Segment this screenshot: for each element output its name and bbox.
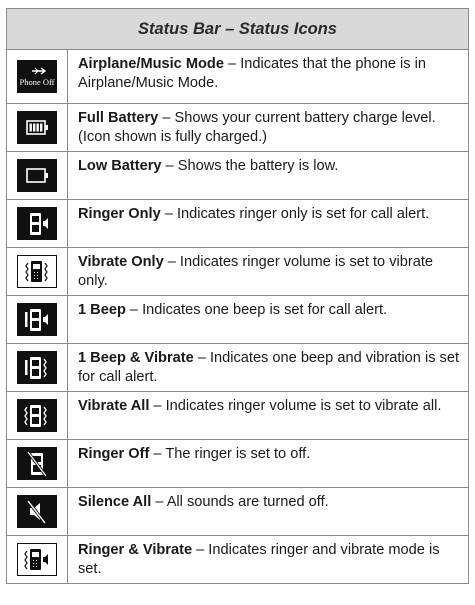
list-item: Ringer & Vibrate – Indicates ringer and … <box>78 542 440 577</box>
low-battery-icon <box>17 159 57 192</box>
table-row: Ringer Off – The ringer is set to off. <box>7 440 468 488</box>
table-row: Full Battery – Shows your current batter… <box>7 104 468 152</box>
list-item: Ringer Only – Indicates ringer only is s… <box>78 206 430 222</box>
table-title: Status Bar – Status Icons <box>138 19 337 38</box>
vibrate-only-icon <box>17 255 57 288</box>
table-row: Ringer Only – Indicates ringer only is s… <box>7 200 468 248</box>
table-row: 1 Beep & Vibrate – Indicates one beep an… <box>7 344 468 392</box>
vibrate-all-icon <box>17 399 57 432</box>
list-item: 1 Beep & Vibrate – Indicates one beep an… <box>78 350 460 385</box>
table-row: 1 Beep – Indicates one beep is set for c… <box>7 296 468 344</box>
ringer-only-icon <box>17 207 57 240</box>
one-beep-vibrate-icon <box>17 351 57 384</box>
list-item: Full Battery – Shows your current batter… <box>78 110 436 145</box>
list-item: Ringer Off – The ringer is set to off. <box>78 446 311 462</box>
table-row: Ringer & Vibrate – Indicates ringer and … <box>7 536 468 583</box>
ringer-vibrate-icon <box>17 543 57 576</box>
svg-text:Phone Off: Phone Off <box>19 77 54 87</box>
table-row: Vibrate All – Indicates ringer volume is… <box>7 392 468 440</box>
list-item: Airplane/Music Mode – Indicates that the… <box>78 56 426 91</box>
airplane-phone-off-icon: Phone Off <box>17 60 57 93</box>
table-row: Phone Off Airplane/Music Mode – Indicate… <box>7 50 468 104</box>
list-item: Silence All – All sounds are turned off. <box>78 494 329 510</box>
list-item: Vibrate All – Indicates ringer volume is… <box>78 398 442 414</box>
one-beep-icon <box>17 303 57 336</box>
table-row: Low Battery – Shows the battery is low. <box>7 152 468 200</box>
full-battery-icon <box>17 111 57 144</box>
list-item: Vibrate Only – Indicates ringer volume i… <box>78 254 434 289</box>
ringer-off-icon <box>17 447 57 480</box>
table-row: Vibrate Only – Indicates ringer volume i… <box>7 248 468 296</box>
list-item: 1 Beep – Indicates one beep is set for c… <box>78 302 388 318</box>
list-item: Low Battery – Shows the battery is low. <box>78 158 339 174</box>
table-row: Silence All – All sounds are turned off. <box>7 488 468 536</box>
status-icons-table: Status Bar – Status Icons Phone Off Airp… <box>6 8 469 584</box>
silence-all-icon <box>17 495 57 528</box>
table-header: Status Bar – Status Icons <box>7 9 468 50</box>
